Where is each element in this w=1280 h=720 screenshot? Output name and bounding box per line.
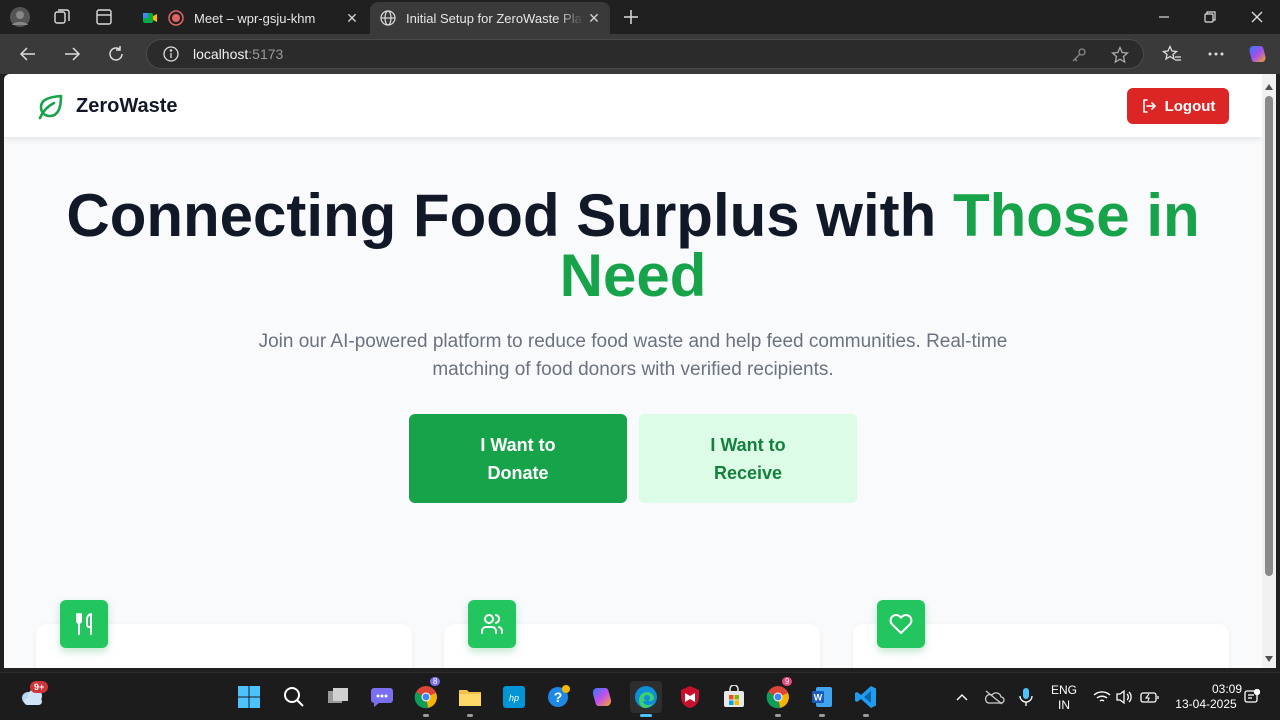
windows-taskbar: 9+ 8 hp ? 9 W ENG IN 03:09 13-04-2025 xyxy=(0,672,1280,720)
running-indicator xyxy=(775,714,781,717)
more-options-icon[interactable] xyxy=(1202,40,1230,68)
profile-avatar-icon[interactable] xyxy=(8,5,32,29)
battery-icon[interactable] xyxy=(1134,681,1166,713)
clock-time: 03:09 xyxy=(1211,682,1242,696)
hero-title-main: Connecting Food Surplus with xyxy=(66,182,953,249)
browser-toolbar: localhost:5173 xyxy=(0,34,1280,74)
back-icon[interactable] xyxy=(14,40,42,68)
heart-icon xyxy=(877,600,925,648)
hero-title: Connecting Food Surplus with Those in Ne… xyxy=(4,186,1262,306)
leaf-logo-icon xyxy=(38,94,63,120)
mcafee-icon[interactable] xyxy=(674,681,706,713)
tab-title: Meet – wpr-gsju-khm xyxy=(194,10,316,26)
chrome-icon[interactable]: 8 xyxy=(410,677,442,717)
receive-button[interactable]: I Want to Receive xyxy=(639,414,857,503)
svg-text:W: W xyxy=(814,693,823,703)
meet-favicon-icon xyxy=(142,10,158,26)
forward-icon[interactable] xyxy=(58,40,86,68)
edge-icon[interactable] xyxy=(630,681,662,717)
donate-button[interactable]: I Want to Donate xyxy=(409,414,627,503)
running-indicator xyxy=(640,714,652,717)
running-indicator xyxy=(467,714,473,717)
chrome-profile-icon[interactable]: 9 xyxy=(762,677,794,717)
favorite-star-icon[interactable] xyxy=(1111,40,1129,70)
chrome-profile-badge: 9 xyxy=(782,677,793,686)
tab-title: Initial Setup for ZeroWaste Platfor xyxy=(406,10,584,26)
site-info-icon[interactable] xyxy=(163,46,179,62)
workspaces-icon[interactable] xyxy=(50,5,74,29)
chat-app-icon[interactable] xyxy=(366,681,398,713)
start-icon[interactable] xyxy=(233,681,265,713)
tab-zerowaste[interactable]: Initial Setup for ZeroWaste Platfor ✕ xyxy=(370,2,610,34)
logout-icon xyxy=(1142,99,1156,113)
svg-text:hp: hp xyxy=(509,693,519,703)
brand-name: ZeroWaste xyxy=(76,94,178,117)
notification-icon[interactable] xyxy=(1240,681,1264,713)
favorites-icon[interactable] xyxy=(1158,40,1186,68)
language-indicator[interactable]: ENG IN xyxy=(1046,683,1082,713)
copilot-app-icon[interactable] xyxy=(586,681,618,713)
scroll-up-icon[interactable] xyxy=(1265,84,1273,90)
page-viewport: ZeroWaste Logout Connecting Food Surplus… xyxy=(4,74,1262,668)
tab-close-icon[interactable]: ✕ xyxy=(584,10,604,27)
onedrive-icon[interactable] xyxy=(978,681,1010,713)
myhp-icon[interactable]: hp xyxy=(498,681,530,713)
brand[interactable]: ZeroWaste xyxy=(36,90,178,122)
minimize-icon[interactable] xyxy=(1141,0,1187,34)
logout-label: Logout xyxy=(1164,97,1216,115)
help-icon[interactable]: ? xyxy=(542,681,574,713)
tab-meet[interactable]: Meet – wpr-gsju-khm ✕ xyxy=(132,2,368,34)
users-icon xyxy=(468,600,516,648)
site-navbar: ZeroWaste Logout xyxy=(4,74,1262,137)
url-host: localhost xyxy=(193,46,249,62)
copilot-icon[interactable] xyxy=(1244,40,1272,68)
new-tab-icon[interactable] xyxy=(619,5,643,29)
task-view-icon[interactable] xyxy=(322,681,354,713)
scroll-down-icon[interactable] xyxy=(1265,656,1273,662)
vertical-tabs-icon[interactable] xyxy=(92,5,116,29)
globe-icon xyxy=(380,10,396,26)
address-bar[interactable]: localhost:5173 xyxy=(146,39,1144,69)
svg-text:?: ? xyxy=(554,689,563,705)
utensils-icon xyxy=(60,600,108,648)
file-explorer-icon[interactable] xyxy=(454,681,486,717)
recording-icon xyxy=(168,10,184,26)
vscode-icon[interactable] xyxy=(850,681,882,717)
running-indicator xyxy=(423,714,429,717)
tab-close-icon[interactable]: ✕ xyxy=(342,10,362,27)
scrollbar-thumb[interactable] xyxy=(1265,96,1273,576)
microphone-icon[interactable] xyxy=(1010,681,1042,713)
clock-date: 13-04-2025 xyxy=(1175,697,1237,711)
language-top: ENG xyxy=(1050,683,1077,697)
clock[interactable]: 03:09 13-04-2025 xyxy=(1168,682,1244,712)
search-icon[interactable] xyxy=(278,681,310,713)
url-port: :5173 xyxy=(248,46,284,62)
running-indicator xyxy=(819,714,825,717)
hero-subtitle: Join our AI-powered platform to reduce f… xyxy=(258,331,1008,380)
running-indicator xyxy=(863,714,869,717)
restore-icon[interactable] xyxy=(1187,0,1233,34)
page-scrollbar[interactable] xyxy=(1262,74,1276,668)
word-icon[interactable]: W xyxy=(806,681,838,717)
password-key-icon[interactable] xyxy=(1071,40,1087,70)
show-hidden-icons-icon[interactable] xyxy=(946,681,978,713)
store-icon[interactable] xyxy=(718,681,750,713)
close-window-icon[interactable] xyxy=(1234,0,1280,34)
chrome-badge: 8 xyxy=(430,677,441,686)
weather-badge: 9+ xyxy=(30,681,49,693)
language-bottom: IN xyxy=(1058,698,1070,712)
refresh-icon[interactable] xyxy=(102,40,130,68)
logout-button[interactable]: Logout xyxy=(1127,88,1229,124)
browser-tab-bar: Meet – wpr-gsju-khm ✕ Initial Setup for … xyxy=(0,0,1280,34)
